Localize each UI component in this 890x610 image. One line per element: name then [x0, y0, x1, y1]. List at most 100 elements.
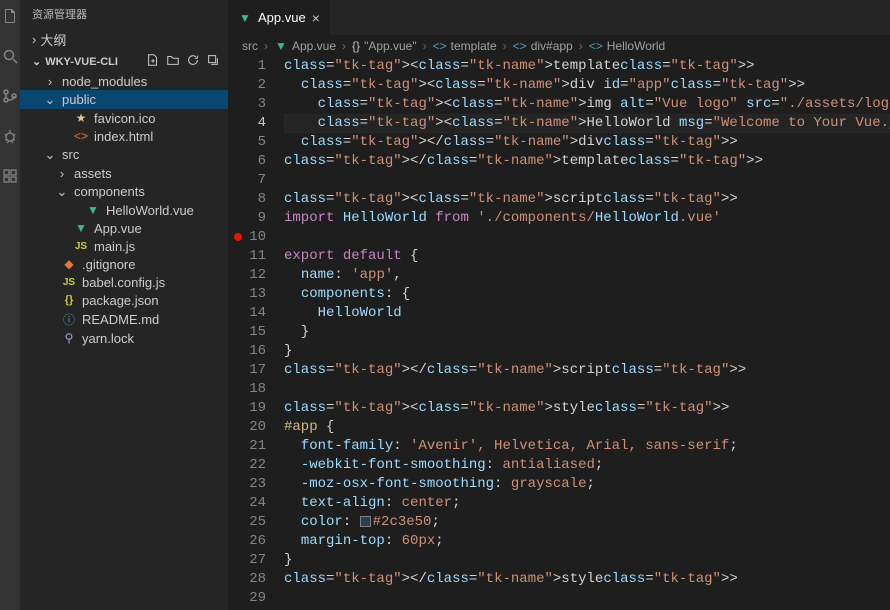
outline-section-header[interactable]: › 大纲 [20, 28, 228, 51]
line-number[interactable]: 20 [228, 418, 266, 437]
chevron-down-icon: ⌄ [44, 147, 56, 163]
tree-file-readme[interactable]: ⓘ README.md [20, 309, 228, 329]
line-number[interactable]: 22 [228, 456, 266, 475]
code-content[interactable]: class="tk-tag"><class="tk-name">template… [280, 57, 890, 610]
line-number[interactable]: 13 [228, 285, 266, 304]
tree-file-index-html[interactable]: <> index.html [20, 127, 228, 145]
breadcrumb-symbol: {} "App.vue" [352, 39, 417, 53]
code-line[interactable]: class="tk-tag"></class="tk-name">divclas… [284, 133, 890, 152]
code-line[interactable]: name: 'app', [284, 266, 890, 285]
tree-folder-public[interactable]: ⌄ public [20, 90, 228, 109]
tree-file-favicon[interactable]: ★ favicon.ico [20, 109, 228, 127]
code-line[interactable] [284, 380, 890, 399]
search-icon[interactable] [2, 48, 18, 64]
line-number[interactable]: 5 [228, 133, 266, 152]
code-line[interactable]: -webkit-font-smoothing: antialiased; [284, 456, 890, 475]
tree-file-helloworld-vue[interactable]: ▼ HelloWorld.vue [20, 201, 228, 219]
code-line[interactable] [284, 171, 890, 190]
code-line[interactable]: class="tk-tag"><class="tk-name">stylecla… [284, 399, 890, 418]
tree-file-main-js[interactable]: JS main.js [20, 237, 228, 255]
code-line[interactable]: class="tk-tag"><class="tk-name">img alt=… [284, 95, 890, 114]
line-number[interactable]: 18 [228, 380, 266, 399]
code-line[interactable] [284, 589, 890, 608]
tree-file-babel-config[interactable]: JS babel.config.js [20, 273, 228, 291]
code-line[interactable]: font-family: 'Avenir', Helvetica, Arial,… [284, 437, 890, 456]
line-number[interactable]: 29 [228, 589, 266, 608]
project-section-header[interactable]: ⌄ WKY-VUE-CLI [20, 51, 228, 72]
line-number[interactable]: 26 [228, 532, 266, 551]
code-line[interactable]: } [284, 342, 890, 361]
extensions-icon[interactable] [2, 168, 18, 184]
code-line[interactable]: #app { [284, 418, 890, 437]
debug-icon[interactable] [2, 128, 18, 144]
new-file-icon[interactable] [146, 53, 160, 70]
line-number[interactable]: 3 [228, 95, 266, 114]
tree-file-yarn-lock[interactable]: ⚲ yarn.lock [20, 329, 228, 347]
code-line[interactable]: class="tk-tag"><class="tk-name">template… [284, 57, 890, 76]
tree-item-label: assets [74, 166, 112, 181]
line-number[interactable]: 23 [228, 475, 266, 494]
tree-file-gitignore[interactable]: ◆ .gitignore [20, 255, 228, 273]
tab-app-vue[interactable]: ▼ App.vue × [228, 0, 331, 35]
breakpoint-icon[interactable] [234, 233, 242, 241]
line-number[interactable]: 6 [228, 152, 266, 171]
new-folder-icon[interactable] [166, 53, 180, 70]
line-number[interactable]: 9 [228, 209, 266, 228]
line-number[interactable]: 17 [228, 361, 266, 380]
activity-bar [0, 0, 20, 610]
line-number[interactable]: 12 [228, 266, 266, 285]
tree-item-label: babel.config.js [82, 275, 165, 290]
line-number[interactable]: 14 [228, 304, 266, 323]
line-number[interactable]: 8 [228, 190, 266, 209]
editor-area: ▼ App.vue × src › ▼App.vue › {} "App.vue… [228, 0, 890, 610]
code-line[interactable]: } [284, 551, 890, 570]
tree-file-package-json[interactable]: {} package.json [20, 291, 228, 309]
tab-bar: ▼ App.vue × [228, 0, 890, 35]
line-number[interactable]: 7 [228, 171, 266, 190]
line-number[interactable]: 1 [228, 57, 266, 76]
line-number[interactable]: 2 [228, 76, 266, 95]
code-line[interactable]: class="tk-tag"><class="tk-name">div id="… [284, 76, 890, 95]
code-editor[interactable]: 1234567891011121314151617181920212223242… [228, 57, 890, 610]
code-line[interactable]: class="tk-tag"></class="tk-name">templat… [284, 152, 890, 171]
tree-folder-assets[interactable]: › assets [20, 164, 228, 182]
code-line[interactable]: export default { [284, 247, 890, 266]
code-line[interactable]: components: { [284, 285, 890, 304]
line-number[interactable]: 21 [228, 437, 266, 456]
tree-folder-node-modules[interactable]: › node_modules [20, 72, 228, 90]
code-line[interactable]: } [284, 323, 890, 342]
code-line[interactable] [284, 228, 890, 247]
files-icon[interactable] [2, 8, 18, 24]
project-name: WKY-VUE-CLI [45, 56, 118, 68]
code-line[interactable]: HelloWorld [284, 304, 890, 323]
refresh-icon[interactable] [186, 53, 200, 70]
line-number[interactable]: 16 [228, 342, 266, 361]
line-number[interactable]: 24 [228, 494, 266, 513]
chevron-right-icon: › [342, 39, 346, 53]
code-line[interactable]: -moz-osx-font-smoothing: grayscale; [284, 475, 890, 494]
tree-file-app-vue[interactable]: ▼ App.vue [20, 219, 228, 237]
line-number[interactable]: 19 [228, 399, 266, 418]
tree-folder-src[interactable]: ⌄ src [20, 145, 228, 164]
code-line[interactable]: text-align: center; [284, 494, 890, 513]
tag-icon: <> [513, 39, 527, 53]
code-line[interactable]: class="tk-tag"></class="tk-name">stylecl… [284, 570, 890, 589]
line-number[interactable]: 11 [228, 247, 266, 266]
code-line[interactable]: class="tk-tag"></class="tk-name">scriptc… [284, 361, 890, 380]
close-icon[interactable]: × [312, 10, 320, 26]
line-number[interactable]: 25 [228, 513, 266, 532]
code-line[interactable]: import HelloWorld from './components/Hel… [284, 209, 890, 228]
source-control-icon[interactable] [2, 88, 18, 104]
line-number[interactable]: 4 [228, 114, 266, 133]
line-number[interactable]: 15 [228, 323, 266, 342]
line-number[interactable]: 27 [228, 551, 266, 570]
tree-folder-components[interactable]: ⌄ components [20, 182, 228, 201]
code-line[interactable]: margin-top: 60px; [284, 532, 890, 551]
code-line[interactable]: class="tk-tag"><class="tk-name">HelloWor… [284, 114, 890, 133]
line-number[interactable]: 28 [228, 570, 266, 589]
code-line[interactable]: class="tk-tag"><class="tk-name">scriptcl… [284, 190, 890, 209]
collapse-all-icon[interactable] [206, 53, 220, 70]
line-number-gutter[interactable]: 1234567891011121314151617181920212223242… [228, 57, 280, 610]
code-line[interactable]: color: #2c3e50; [284, 513, 890, 532]
breadcrumb[interactable]: src › ▼App.vue › {} "App.vue" › <> templ… [228, 35, 890, 57]
